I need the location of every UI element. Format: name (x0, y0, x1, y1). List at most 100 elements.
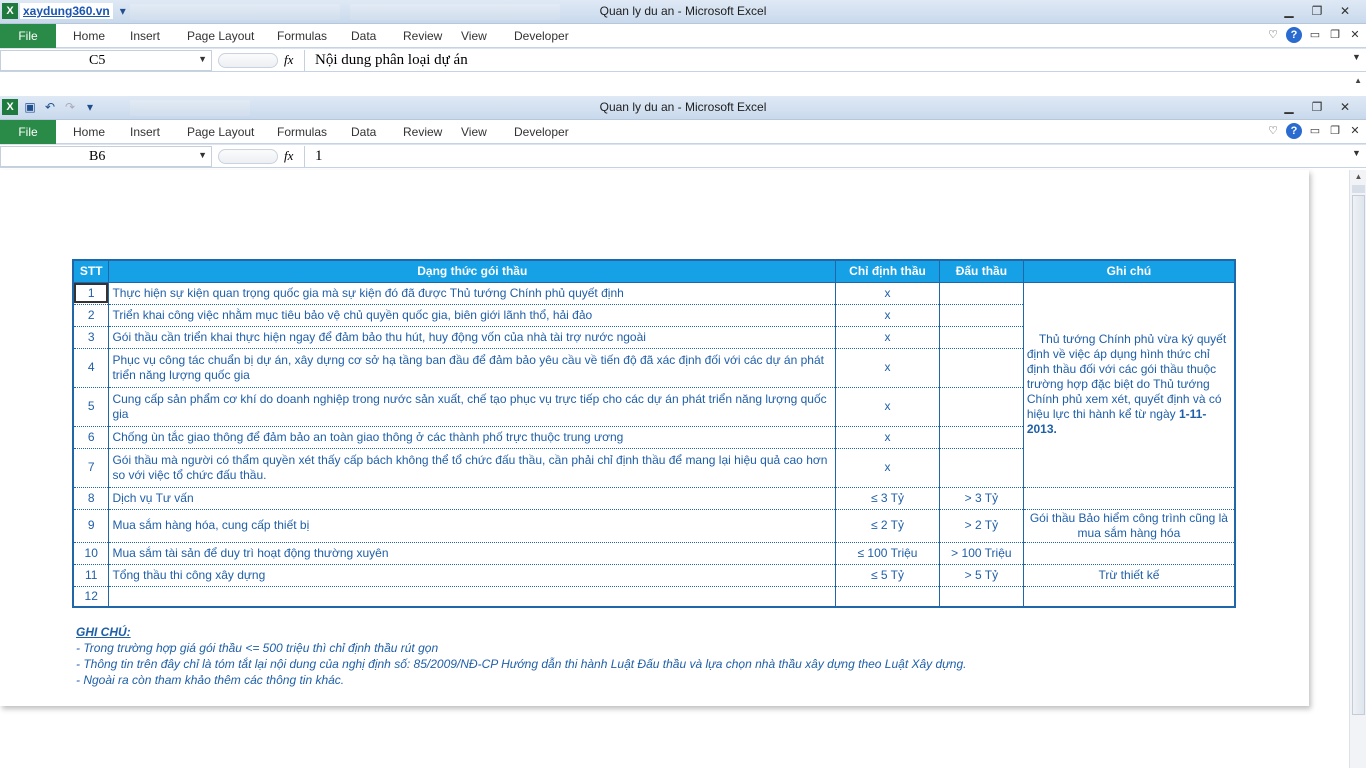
tab-view[interactable]: View (461, 120, 514, 144)
cell-chidinh[interactable]: ≤ 100 Triệu (835, 542, 940, 565)
file-tab[interactable]: File (0, 24, 56, 48)
tab-data[interactable]: Data (351, 120, 403, 144)
cell-form[interactable]: Mua sắm hàng hóa, cung cấp thiết bị (108, 509, 837, 543)
cell-dauthau[interactable]: > 3 Tỷ (938, 487, 1024, 510)
scroll-up-icon[interactable]: ▲ (1350, 170, 1366, 184)
cell-dauthau[interactable]: > 5 Tỷ (938, 564, 1024, 587)
insert-function-icon[interactable]: fx (284, 52, 293, 68)
notes-title[interactable]: GHI CHÚ: (76, 624, 966, 640)
restore-icon[interactable]: ❐ (1328, 124, 1342, 138)
restore-icon[interactable]: ❐ (1304, 98, 1330, 116)
minimize-icon[interactable]: ▁ (1276, 2, 1302, 20)
cell-dauthau[interactable] (938, 448, 1024, 488)
header-dauthau[interactable]: Đấu thầu (938, 259, 1024, 283)
header-ghichu[interactable]: Ghi chú (1022, 259, 1236, 283)
cell-stt[interactable]: 4 (72, 348, 110, 388)
cell-chidinh[interactable]: x (835, 448, 940, 488)
name-box[interactable]: C5 ▼ (0, 50, 212, 71)
tab-insert[interactable]: Insert (130, 120, 187, 144)
header-form[interactable]: Dạng thức gói thầu (108, 259, 837, 283)
cell-chidinh[interactable]: x (835, 282, 940, 305)
tab-developer[interactable]: Developer (514, 120, 584, 144)
header-chidinh[interactable]: Chỉ định thầu (835, 259, 940, 283)
scroll-thumb[interactable] (1352, 195, 1365, 715)
tab-home[interactable]: Home (73, 24, 130, 48)
cell-chidinh[interactable]: ≤ 3 Tỷ (835, 487, 940, 510)
cell-dauthau[interactable] (938, 426, 1024, 449)
cell-form[interactable]: Gói thầu cần triển khai thực hiện ngay đ… (108, 326, 837, 349)
chevron-down-icon[interactable]: ▼ (198, 54, 207, 64)
cell-dauthau[interactable]: > 100 Triệu (938, 542, 1024, 565)
tab-review[interactable]: Review (403, 120, 461, 144)
tab-data[interactable]: Data (351, 24, 403, 48)
tab-page-layout[interactable]: Page Layout (187, 24, 277, 48)
cell-stt[interactable]: 12 (72, 586, 110, 608)
notes-line[interactable]: - Ngoài ra còn tham khảo thêm các thông … (76, 672, 966, 688)
cell-stt[interactable]: 8 (72, 487, 110, 510)
cell-dauthau[interactable] (938, 586, 1024, 608)
help-icon[interactable]: ? (1286, 27, 1302, 43)
header-stt[interactable]: STT (72, 259, 110, 283)
chevron-down-icon[interactable]: ▼ (198, 150, 207, 160)
tab-developer[interactable]: Developer (514, 24, 584, 48)
scroll-up-icon[interactable]: ▲ (1354, 76, 1362, 85)
name-box[interactable]: B6 ▼ (0, 146, 212, 167)
tab-home[interactable]: Home (73, 120, 130, 144)
cell-form[interactable]: Cung cấp sản phẩm cơ khí do doanh nghiệp… (108, 387, 837, 427)
cell-form[interactable]: Mua sắm tài sản để duy trì hoạt động thư… (108, 542, 837, 565)
restore-icon[interactable]: ❐ (1304, 2, 1330, 20)
restore-icon[interactable]: ❐ (1328, 28, 1342, 42)
split-handle[interactable] (1352, 185, 1365, 193)
cell-stt[interactable]: 1 (72, 282, 110, 305)
cell-stt[interactable]: 6 (72, 426, 110, 449)
cell-chidinh[interactable] (835, 586, 940, 608)
cell-stt[interactable]: 3 (72, 326, 110, 349)
expand-formula-icon[interactable]: ▼ (1352, 148, 1364, 158)
insert-function-icon[interactable]: fx (284, 148, 293, 164)
cell-form[interactable]: Gói thầu mà người có thẩm quyền xét thấy… (108, 448, 837, 488)
close-icon[interactable]: ✕ (1348, 124, 1362, 138)
cell-note[interactable]: Trừ thiết kế (1022, 564, 1236, 587)
cell-note[interactable] (1022, 487, 1236, 510)
cell-chidinh[interactable]: x (835, 387, 940, 427)
cell-stt[interactable]: 9 (72, 509, 110, 543)
cell-dauthau[interactable] (938, 304, 1024, 327)
cell-form[interactable] (108, 586, 837, 608)
formula-input[interactable]: Nội dung phân loại dự án (304, 50, 1350, 71)
cell-note[interactable]: Gói thầu Bảo hiểm công trình cũng là mua… (1022, 509, 1236, 543)
cell-chidinh[interactable]: x (835, 304, 940, 327)
help-icon[interactable]: ? (1286, 123, 1302, 139)
cell-stt[interactable]: 2 (72, 304, 110, 327)
cell-stt[interactable]: 7 (72, 448, 110, 488)
cell-form[interactable]: Phục vụ công tác chuẩn bị dự án, xây dựn… (108, 348, 837, 388)
tab-review[interactable]: Review (403, 24, 461, 48)
cell-chidinh[interactable]: x (835, 326, 940, 349)
notes-line[interactable]: - Trong trường hợp giá gói thầu <= 500 t… (76, 640, 966, 656)
minimize-icon[interactable]: ▭ (1308, 28, 1322, 42)
tab-formulas[interactable]: Formulas (277, 120, 351, 144)
cell-dauthau[interactable] (938, 348, 1024, 388)
cell-chidinh[interactable]: ≤ 2 Tỷ (835, 509, 940, 543)
minimize-icon[interactable]: ▁ (1276, 98, 1302, 116)
close-icon[interactable]: ✕ (1332, 2, 1358, 20)
cell-dauthau[interactable] (938, 282, 1024, 305)
tab-insert[interactable]: Insert (130, 24, 187, 48)
cell-form[interactable]: Thực hiện sự kiện quan trọng quốc gia mà… (108, 282, 837, 305)
cell-merged-note[interactable]: Thủ tướng Chính phủ vừa ký quyết định về… (1022, 282, 1236, 488)
cell-stt[interactable]: 11 (72, 564, 110, 587)
cell-dauthau[interactable]: > 2 Tỷ (938, 509, 1024, 543)
cell-chidinh[interactable]: ≤ 5 Tỷ (835, 564, 940, 587)
vertical-scrollbar[interactable]: ▲ (1349, 170, 1366, 768)
cell-stt[interactable]: 10 (72, 542, 110, 565)
ribbon-collapse-icon[interactable]: ♡ (1266, 124, 1280, 138)
cell-note[interactable] (1022, 542, 1236, 565)
tab-page-layout[interactable]: Page Layout (187, 120, 277, 144)
cell-form[interactable]: Tổng thầu thi công xây dựng (108, 564, 837, 587)
notes-line[interactable]: - Thông tin trên đây chỉ là tóm tắt lại … (76, 656, 966, 672)
cell-chidinh[interactable]: x (835, 348, 940, 388)
minimize-icon[interactable]: ▭ (1308, 124, 1322, 138)
close-icon[interactable]: ✕ (1332, 98, 1358, 116)
cell-stt[interactable]: 5 (72, 387, 110, 427)
tab-formulas[interactable]: Formulas (277, 24, 351, 48)
file-tab[interactable]: File (0, 120, 56, 144)
